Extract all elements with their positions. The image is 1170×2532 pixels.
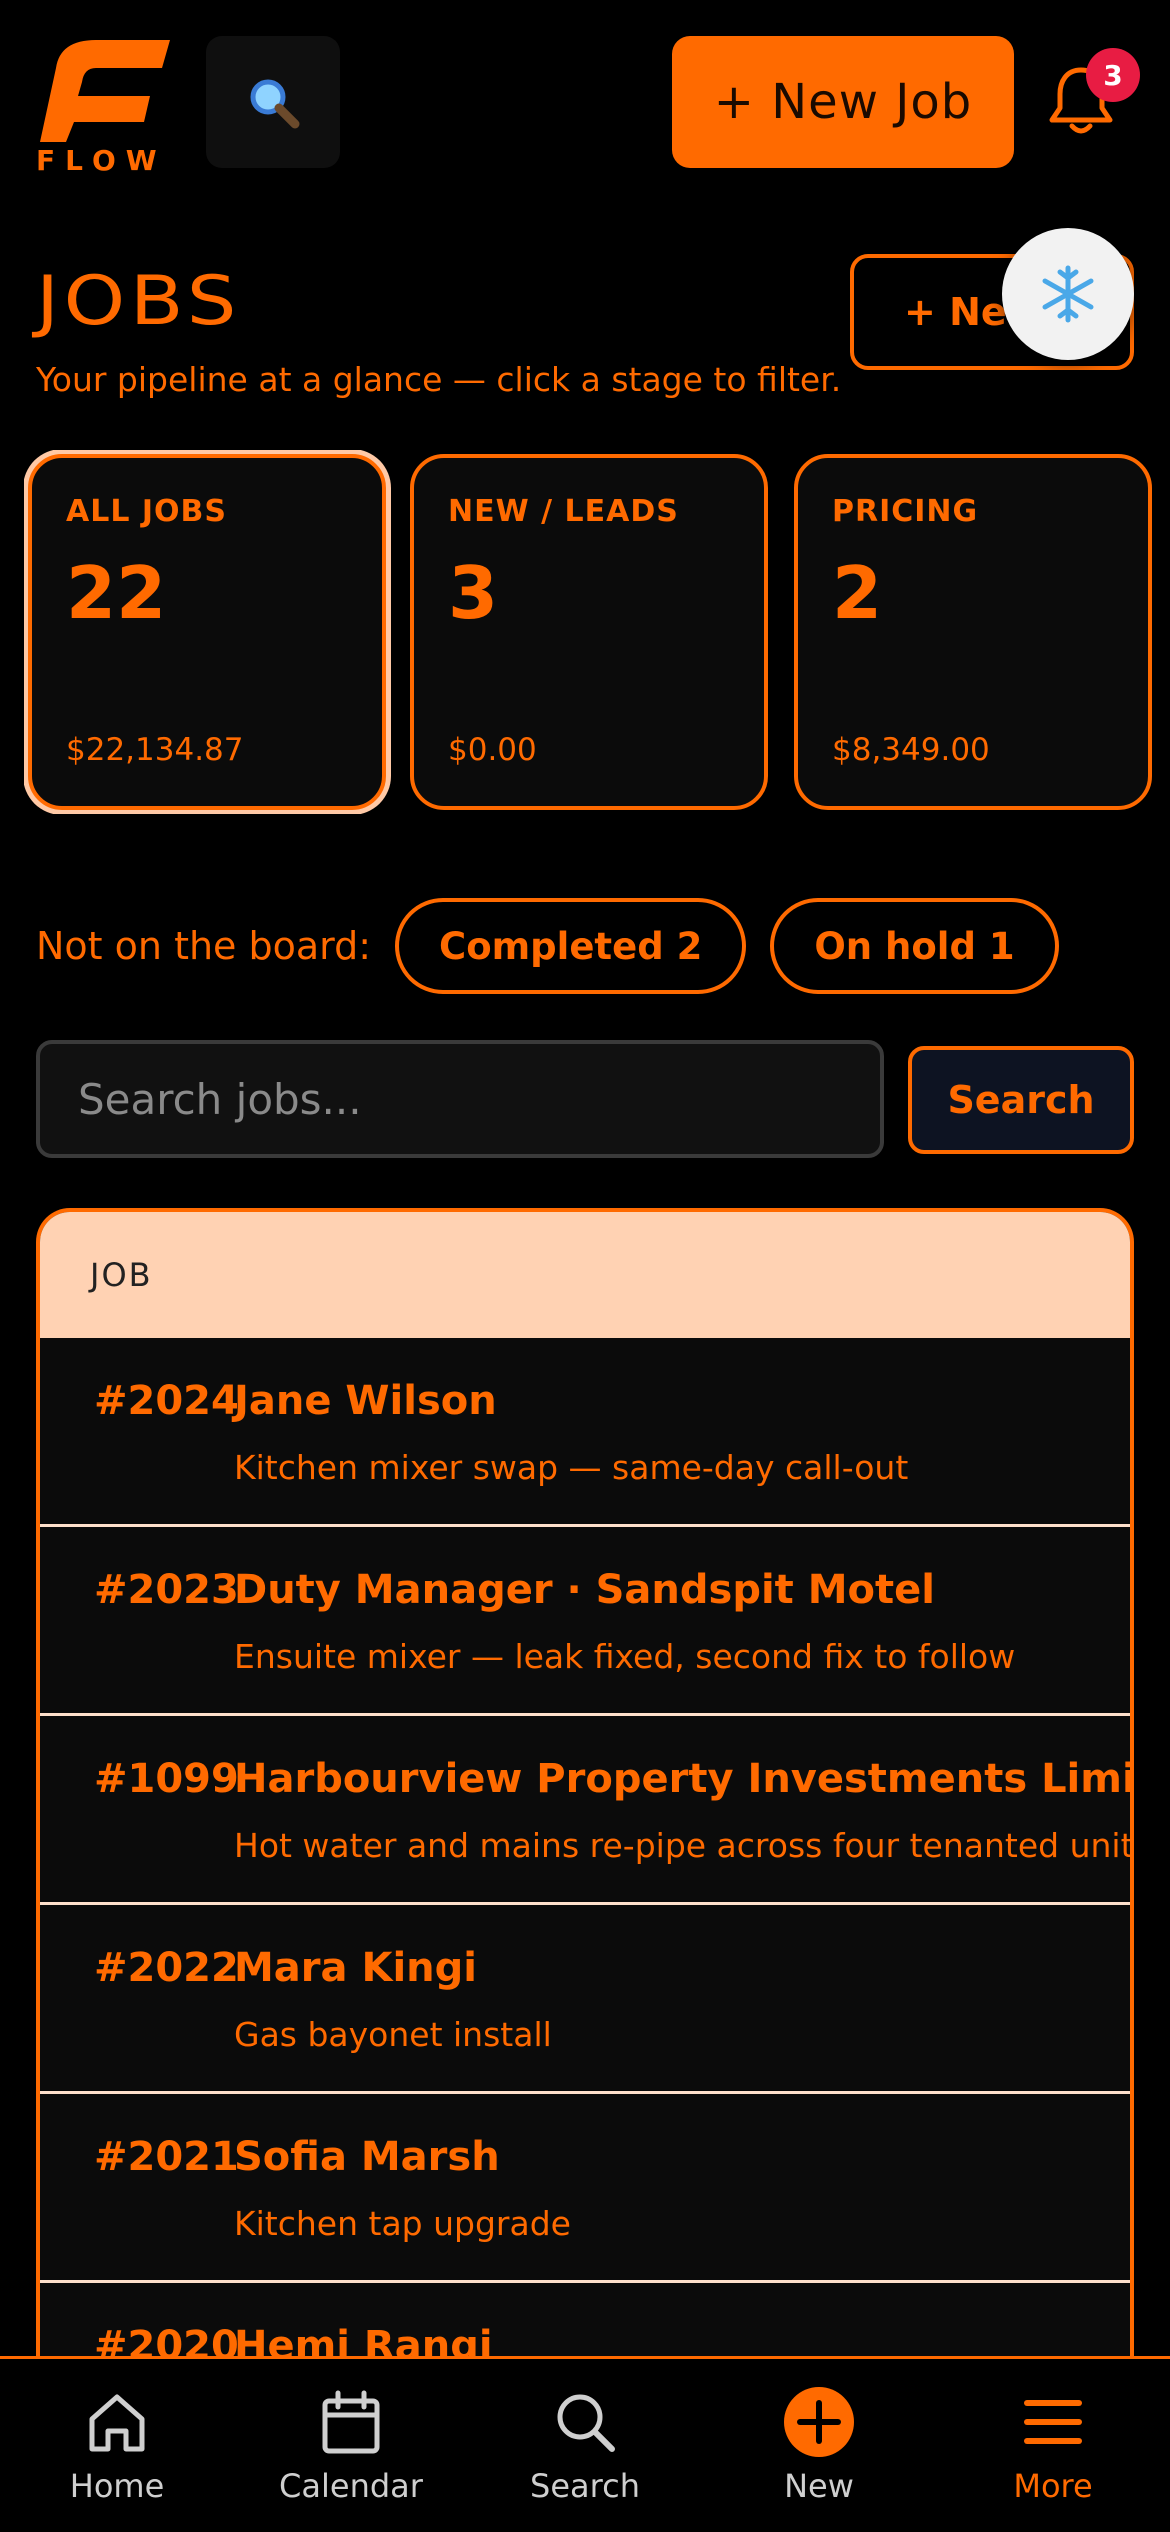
calendar-icon bbox=[322, 2390, 380, 2454]
search-icon bbox=[557, 2394, 615, 2452]
search-button[interactable] bbox=[206, 36, 340, 168]
snowflake-icon bbox=[1042, 265, 1094, 323]
job-number: #2022 bbox=[94, 1945, 239, 1991]
nav-calendar[interactable]: Calendar bbox=[234, 2359, 468, 2532]
stage-card-all-jobs[interactable]: ALL JOBS 22 $22,134.87 bbox=[28, 454, 386, 810]
search-input[interactable] bbox=[36, 1040, 884, 1158]
job-number: #2024 bbox=[94, 1378, 239, 1424]
table-row[interactable]: #2023 Duty Manager · Sandspit Motel Ensu… bbox=[40, 1527, 1130, 1716]
job-description: Kitchen mixer swap — same-day call-out bbox=[234, 1448, 909, 1487]
nav-label: New bbox=[784, 2467, 854, 2505]
new-job-button[interactable]: + New Job bbox=[672, 36, 1014, 168]
search-submit-button[interactable]: Search bbox=[908, 1046, 1134, 1154]
stage-count: 3 bbox=[448, 551, 499, 635]
stage-amount: $0.00 bbox=[448, 732, 537, 768]
nav-label: Search bbox=[530, 2467, 640, 2505]
logo-wordmark: FLOW bbox=[36, 144, 167, 177]
job-description: Ensuite mixer — leak fixed, second fix t… bbox=[234, 1637, 1016, 1676]
page-title: JOBS bbox=[36, 262, 241, 341]
nav-label: Home bbox=[69, 2467, 165, 2505]
job-description: Hot water and mains re-pipe across four … bbox=[234, 1826, 1130, 1865]
job-client: Jane Wilson bbox=[234, 1378, 497, 1424]
menu-icon bbox=[1024, 2400, 1082, 2444]
job-client: Mara Kingi bbox=[234, 1945, 477, 1991]
stage-count: 22 bbox=[66, 551, 167, 635]
not-on-board: Not on the board: Completed 2 On hold 1 bbox=[36, 898, 1083, 994]
home-icon bbox=[89, 2394, 145, 2452]
snowflake-button[interactable] bbox=[1002, 228, 1134, 360]
notification-badge: 3 bbox=[1086, 48, 1140, 102]
nav-new[interactable]: New bbox=[702, 2359, 936, 2532]
job-client: Sofia Marsh bbox=[234, 2134, 500, 2180]
nav-more[interactable]: More bbox=[936, 2359, 1170, 2532]
stage-card-pricing[interactable]: PRICING 2 $8,349.00 bbox=[794, 454, 1152, 810]
top-bar: FLOW + New Job 3 bbox=[0, 0, 1170, 200]
job-number: #1099 bbox=[94, 1756, 239, 1802]
nav-label: Calendar bbox=[279, 2467, 423, 2505]
nav-search[interactable]: Search bbox=[468, 2359, 702, 2532]
job-number: #2020 bbox=[94, 2323, 239, 2358]
stage-amount: $8,349.00 bbox=[832, 732, 990, 768]
job-number: #2023 bbox=[94, 1567, 239, 1613]
job-number: #2021 bbox=[94, 2134, 239, 2180]
table-row[interactable]: #2021 Sofia Marsh Kitchen tap upgrade bbox=[40, 2094, 1130, 2283]
job-client: Duty Manager · Sandspit Motel bbox=[234, 1567, 935, 1613]
plus-circle-icon bbox=[784, 2387, 854, 2457]
stage-card-new-leads[interactable]: NEW / LEADS 3 $0.00 bbox=[410, 454, 768, 810]
table-header: JOB bbox=[40, 1212, 1130, 1338]
stage-amount: $22,134.87 bbox=[66, 732, 244, 768]
not-on-board-label: Not on the board: bbox=[36, 924, 372, 968]
stage-cards: ALL JOBS 22 $22,134.87 NEW / LEADS 3 $0.… bbox=[24, 450, 1170, 814]
stage-count: 2 bbox=[832, 551, 883, 635]
table-row[interactable]: #2020 Hemi Rangi bbox=[40, 2283, 1130, 2358]
job-client: Harbourview Property Investments Limited… bbox=[234, 1756, 1130, 1802]
stage-label: PRICING bbox=[832, 494, 979, 529]
jobs-table: JOB #2024 Jane Wilson Kitchen mixer swap… bbox=[36, 1208, 1134, 2358]
table-row[interactable]: #2022 Mara Kingi Gas bayonet install bbox=[40, 1905, 1130, 2094]
job-description: Kitchen tap upgrade bbox=[234, 2204, 571, 2243]
table-row[interactable]: #2024 Jane Wilson Kitchen mixer swap — s… bbox=[40, 1338, 1130, 1527]
bottom-nav: Home Calendar Search New More bbox=[0, 2356, 1170, 2532]
page-subtitle: Your pipeline at a glance — click a stag… bbox=[36, 360, 842, 399]
stage-label: NEW / LEADS bbox=[448, 494, 679, 529]
nav-label: More bbox=[1013, 2467, 1093, 2505]
magnifier-emoji-icon bbox=[250, 79, 300, 129]
stage-label: ALL JOBS bbox=[66, 494, 228, 529]
job-description: Gas bayonet install bbox=[234, 2015, 552, 2054]
table-row[interactable]: #1099 Harbourview Property Investments L… bbox=[40, 1716, 1130, 1905]
completed-pill[interactable]: Completed 2 bbox=[395, 898, 747, 994]
nav-home[interactable]: Home bbox=[0, 2359, 234, 2532]
job-client: Hemi Rangi bbox=[234, 2323, 493, 2358]
on-hold-pill[interactable]: On hold 1 bbox=[770, 898, 1059, 994]
